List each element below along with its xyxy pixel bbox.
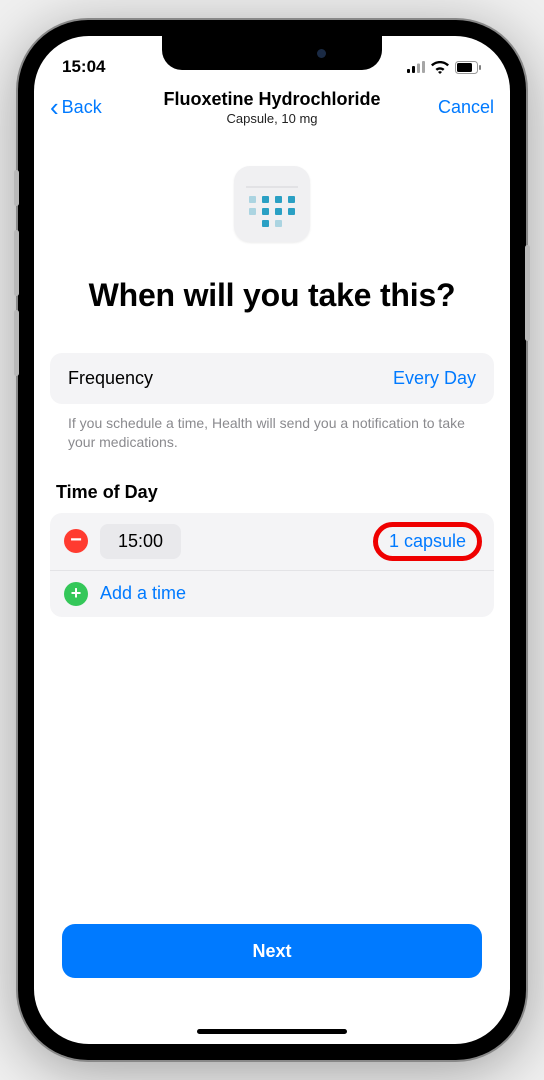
question-heading: When will you take this? <box>50 276 494 315</box>
status-time: 15:04 <box>62 57 105 77</box>
front-camera <box>317 49 326 58</box>
home-indicator[interactable] <box>197 1029 347 1034</box>
frequency-value: Every Day <box>393 368 476 389</box>
time-of-day-heading: Time of Day <box>56 482 494 503</box>
wifi-icon <box>431 61 449 74</box>
cancel-button[interactable]: Cancel <box>438 97 494 118</box>
back-label: Back <box>62 97 102 118</box>
content: When will you take this? Frequency Every… <box>34 130 510 1044</box>
remove-time-button[interactable]: − <box>64 529 88 553</box>
side-button-power <box>525 245 530 341</box>
next-label: Next <box>252 941 291 962</box>
time-entry-row: − 15:00 1 capsule <box>50 513 494 570</box>
back-button[interactable]: ‹ Back <box>50 94 102 120</box>
notch <box>162 36 382 70</box>
plus-icon: + <box>64 582 88 606</box>
frequency-label: Frequency <box>68 368 153 389</box>
cellular-icon <box>407 61 425 73</box>
time-picker[interactable]: 15:00 <box>100 524 181 559</box>
screen: 15:04 ‹ Back Fluoxetine Hydrochloride <box>34 36 510 1044</box>
side-button-volume-down <box>14 310 19 376</box>
side-button-volume-up <box>14 230 19 296</box>
nav-bar: ‹ Back Fluoxetine Hydrochloride Capsule,… <box>34 86 510 130</box>
schedule-hint: If you schedule a time, Health will send… <box>50 404 494 452</box>
battery-icon <box>455 61 482 74</box>
dose-label: 1 capsule <box>389 531 466 551</box>
add-time-row[interactable]: + Add a time <box>50 570 494 617</box>
chevron-left-icon: ‹ <box>50 94 59 120</box>
next-button[interactable]: Next <box>62 924 482 978</box>
add-time-label: Add a time <box>100 583 186 604</box>
phone-frame: 15:04 ‹ Back Fluoxetine Hydrochloride <box>18 20 526 1060</box>
side-button-silent <box>14 170 19 206</box>
calendar-icon <box>234 166 310 242</box>
dose-button[interactable]: 1 capsule <box>375 525 480 558</box>
frequency-row[interactable]: Frequency Every Day <box>50 353 494 404</box>
time-list: − 15:00 1 capsule + Add a time <box>50 513 494 617</box>
